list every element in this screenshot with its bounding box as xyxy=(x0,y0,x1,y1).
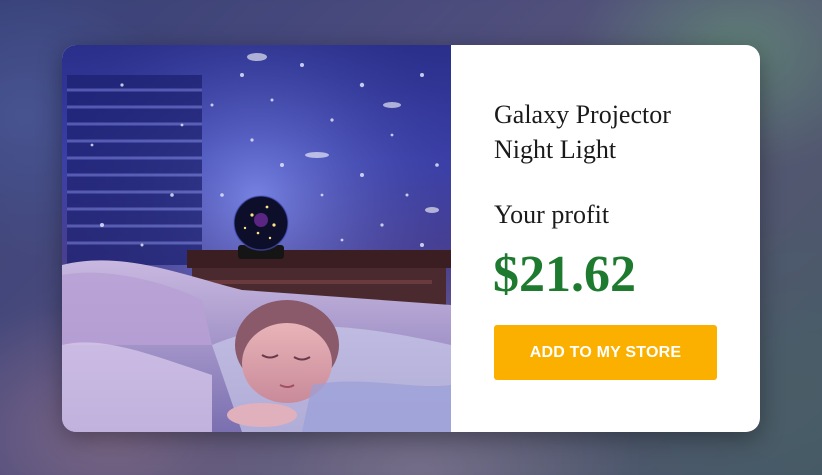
product-card: Galaxy Projector Night Light Your profit… xyxy=(62,45,760,432)
window-blinds xyxy=(67,75,202,265)
product-image xyxy=(62,45,451,432)
projector-lamp xyxy=(233,195,289,259)
profit-label: Your profit xyxy=(494,200,610,229)
product-title: Galaxy Projector Night Light xyxy=(494,100,671,164)
add-to-store-button[interactable]: ADD TO MY STORE xyxy=(494,325,717,380)
product-info: Galaxy Projector Night Light Your profit… xyxy=(451,45,760,432)
profit-value: $21.62 xyxy=(493,246,636,303)
